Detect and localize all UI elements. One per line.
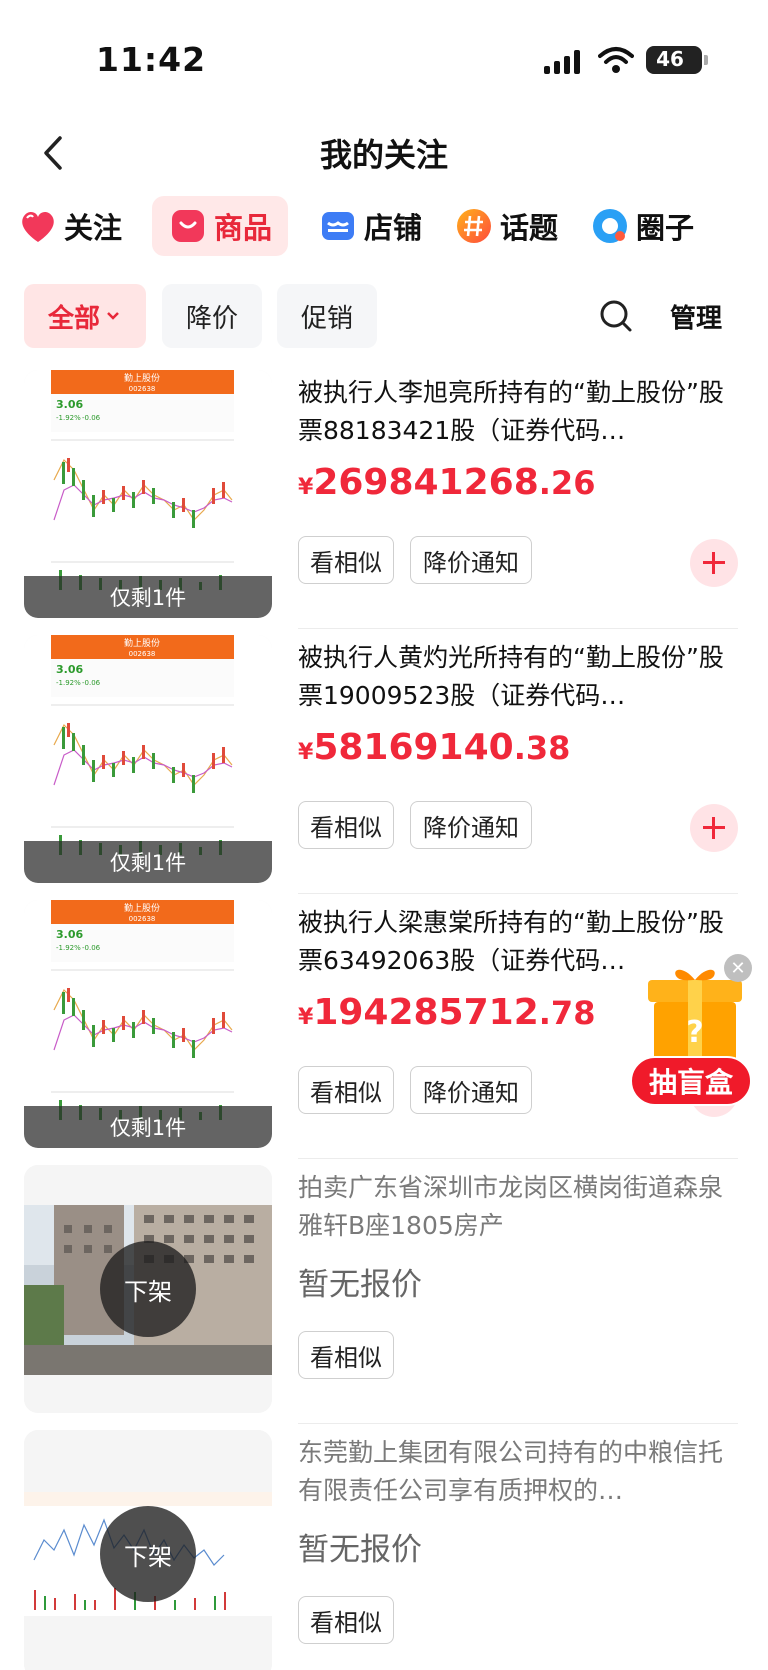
similar-button[interactable]: 看相似 (298, 536, 394, 584)
list-item[interactable]: 下架 东莞勤上集团有限公司持有的中粮信托有限责任公司享有质押权的… 暂无报价 看… (0, 1424, 768, 1670)
signal-icon (544, 50, 582, 74)
tab-follow[interactable]: 关注 (18, 196, 122, 256)
add-cart-button[interactable] (690, 804, 738, 852)
list-item[interactable]: 勤上股份 002638 3.06 -1.92% -0.06 (0, 364, 768, 629)
status-time: 11:42 (96, 40, 207, 79)
svg-text:-1.92%: -1.92% (56, 679, 81, 687)
product-thumbnail[interactable]: 勤上股份 002638 3.06 -1.92% -0.06 仅剩1件 (24, 635, 272, 883)
tab-circle-label: 圈子 (636, 211, 695, 245)
category-tabs: 关注 商品 店铺 话题 圈子 (0, 196, 768, 260)
similar-button[interactable]: 看相似 (298, 1596, 394, 1644)
svg-text:-0.06: -0.06 (82, 679, 101, 687)
no-price-label: 暂无报价 (298, 1532, 422, 1568)
tab-topic-label: 话题 (500, 211, 559, 245)
filter-promo[interactable]: 促销 (277, 284, 377, 348)
svg-text:-0.06: -0.06 (82, 414, 101, 422)
svg-text:002638: 002638 (129, 385, 156, 393)
nav-bar: 我的关注 (0, 120, 768, 190)
svg-text:3.06: 3.06 (56, 928, 83, 941)
filter-all-label: 全部 (47, 303, 100, 334)
svg-text:勤上股份: 勤上股份 (124, 902, 160, 914)
stock-remaining-label: 仅剩1件 (24, 841, 272, 883)
svg-text:?: ? (686, 1015, 703, 1050)
product-thumbnail[interactable]: 下架 (24, 1165, 272, 1413)
search-icon[interactable] (596, 296, 636, 336)
chevron-down-icon (107, 312, 119, 320)
tab-store-label: 店铺 (364, 211, 423, 245)
product-title[interactable]: 拍卖广东省深圳市龙岗区横岗街道森泉雅轩B座1805房产 (298, 1169, 734, 1245)
price-alert-button[interactable]: 降价通知 (410, 1066, 532, 1114)
similar-button[interactable]: 看相似 (298, 1331, 394, 1379)
battery-level: 46 (656, 47, 684, 71)
tab-circle[interactable]: 圈子 (590, 196, 694, 256)
similar-button[interactable]: 看相似 (298, 801, 394, 849)
tab-goods-label: 商品 (214, 211, 273, 245)
product-thumbnail[interactable]: 勤上股份 002638 3.06 -1.92% -0.06 仅剩1件 (24, 900, 272, 1148)
svg-text:3.06: 3.06 (56, 663, 83, 676)
circle-icon (593, 209, 627, 243)
tab-topic[interactable]: 话题 (454, 196, 558, 256)
product-title[interactable]: 被执行人黄灼光所持有的“勤上股份”股票19009523股（证券代码… (298, 639, 734, 715)
close-icon[interactable]: ✕ (724, 954, 752, 982)
add-cart-button[interactable] (690, 539, 738, 587)
stock-remaining-label: 仅剩1件 (24, 1106, 272, 1148)
tab-store[interactable]: 店铺 (318, 196, 422, 256)
price-alert-button[interactable]: 降价通知 (410, 801, 532, 849)
battery-icon: 46 (646, 46, 708, 74)
stock-remaining-label: 仅剩1件 (24, 576, 272, 618)
svg-text:-1.92%: -1.92% (56, 414, 81, 422)
manage-button[interactable]: 管理 (670, 298, 722, 335)
filter-price-drop[interactable]: 降价 (162, 284, 262, 348)
blind-box-button[interactable]: 抽盲盒 (630, 1056, 752, 1106)
price-alert-button[interactable]: 降价通知 (410, 536, 532, 584)
svg-text:-1.92%: -1.92% (56, 944, 81, 952)
product-title[interactable]: 东莞勤上集团有限公司持有的中粮信托有限责任公司享有质押权的… (298, 1434, 734, 1510)
screen: 11:42 46 我的关注 关注 商品 店铺 话题 圈子 全部 降价 促销 管理… (0, 0, 768, 1670)
page-title: 我的关注 (319, 136, 448, 174)
list-item[interactable]: 下架 拍卖广东省深圳市龙岗区横岗街道森泉雅轩B座1805房产 暂无报价 看相似 (0, 1159, 768, 1424)
product-price: ¥58169140.38 (298, 727, 571, 768)
svg-text:勤上股份: 勤上股份 (124, 372, 160, 384)
heart-icon (22, 211, 54, 242)
off-shelf-badge: 下架 (100, 1506, 196, 1602)
tab-goods[interactable]: 商品 (152, 196, 289, 256)
tab-follow-label: 关注 (64, 211, 123, 245)
product-thumbnail[interactable]: 勤上股份 002638 3.06 -1.92% -0.06 仅剩1件 (24, 370, 272, 618)
product-price: ¥194285712.78 (298, 992, 596, 1033)
svg-text:勤上股份: 勤上股份 (124, 637, 160, 649)
product-price: ¥269841268.26 (298, 462, 596, 503)
svg-text:002638: 002638 (129, 650, 156, 658)
shopping-bag-icon (172, 210, 204, 242)
off-shelf-badge: 下架 (100, 1241, 196, 1337)
store-icon (322, 212, 354, 240)
similar-button[interactable]: 看相似 (298, 1066, 394, 1114)
list-item[interactable]: 勤上股份 002638 3.06 -1.92% -0.06 (0, 629, 768, 894)
no-price-label: 暂无报价 (298, 1267, 422, 1303)
filter-all[interactable]: 全部 (24, 284, 146, 348)
filter-row: 全部 降价 促销 管理 (0, 284, 768, 350)
svg-text:-0.06: -0.06 (82, 944, 101, 952)
product-title[interactable]: 被执行人李旭亮所持有的“勤上股份”股票88183421股（证券代码… (298, 374, 734, 450)
status-bar: 11:42 46 (0, 0, 768, 120)
svg-text:3.06: 3.06 (56, 398, 83, 411)
hashtag-icon (457, 209, 491, 243)
product-thumbnail[interactable]: 下架 (24, 1430, 272, 1670)
wifi-icon (598, 47, 634, 73)
svg-text:002638: 002638 (129, 915, 156, 923)
